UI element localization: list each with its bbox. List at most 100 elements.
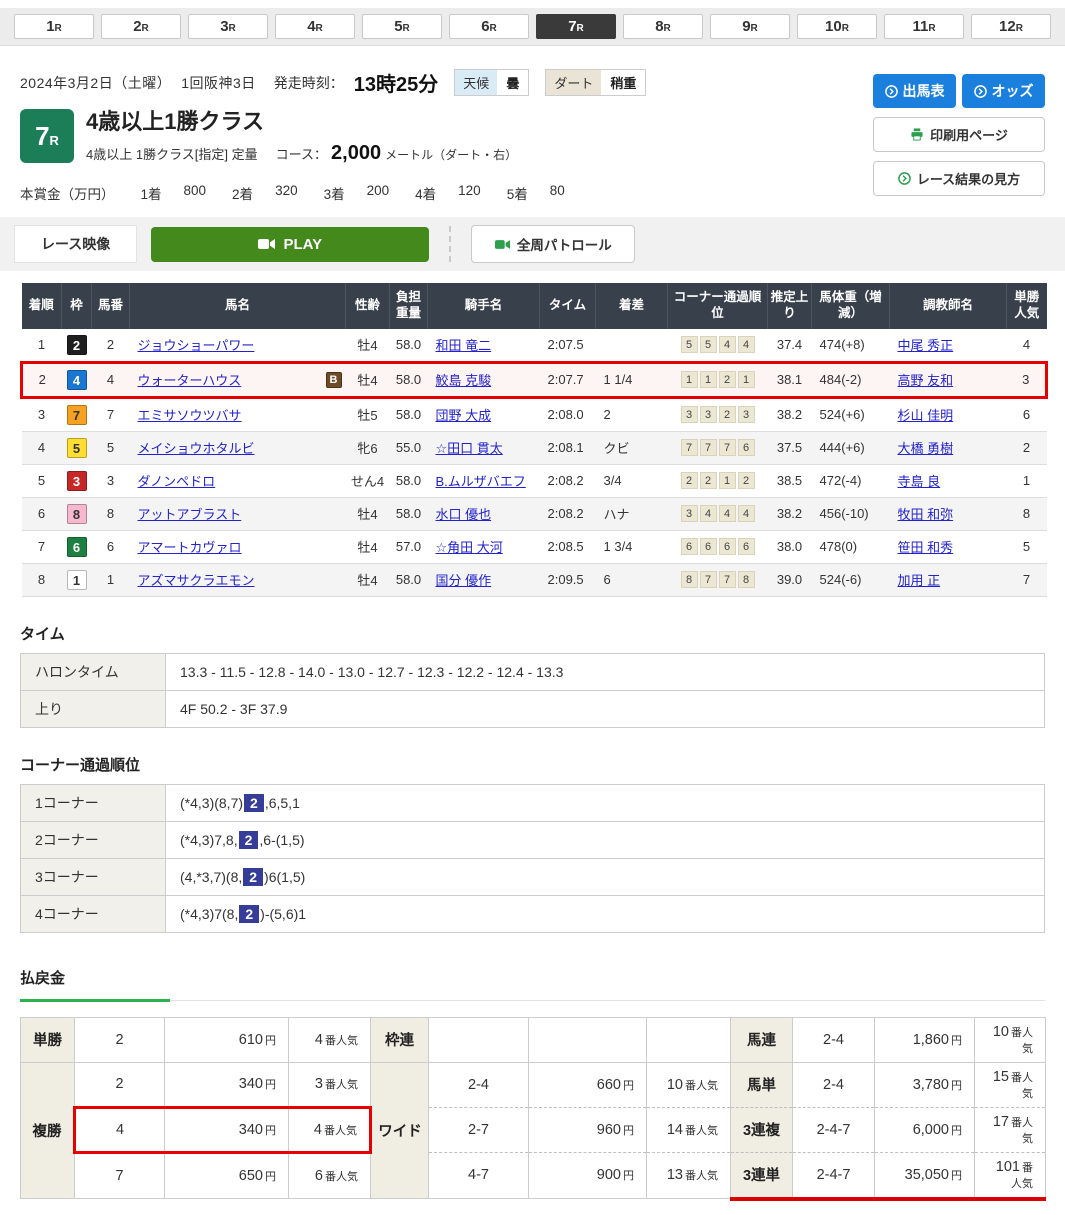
trainer-link[interactable]: 中尾 秀正 — [898, 338, 954, 353]
corner-position-box: 2 — [700, 472, 717, 489]
last-3f: 38.5 — [768, 464, 812, 497]
jockey-link[interactable]: 団野 大成 — [436, 408, 492, 423]
body-weight: 444(+6) — [812, 431, 890, 464]
horse-name-cell: メイショウホタルビ — [130, 431, 346, 464]
payout-popularity: 4番人気 — [289, 1017, 371, 1062]
payout-amount-value: 1,860 — [913, 1032, 949, 1048]
tab-1r[interactable]: 1R — [14, 14, 94, 39]
trainer-link[interactable]: 杉山 佳明 — [898, 408, 954, 423]
play-button[interactable]: PLAY — [151, 227, 429, 262]
tab-3r[interactable]: 3R — [188, 14, 268, 39]
finish-time: 2:08.1 — [540, 431, 596, 464]
row-label: 上り — [21, 690, 166, 727]
payout-amount: 660円 — [529, 1062, 647, 1107]
trainer-link[interactable]: 笹田 和秀 — [898, 540, 954, 555]
trainer-link[interactable]: 大橋 勇樹 — [898, 441, 954, 456]
last-3f: 38.2 — [768, 397, 812, 431]
tab-12r[interactable]: 12R — [971, 14, 1051, 39]
table-row: 244ウォーターハウスB牡458.0鮫島 克駿2:07.71 1/4112138… — [22, 362, 1047, 397]
waku-number: 5 — [67, 438, 87, 458]
tab-7r[interactable]: 7R — [536, 14, 616, 39]
horse-name-link[interactable]: メイショウホタルビ — [138, 438, 255, 457]
jockey-link[interactable]: B.ムルザバエフ — [436, 474, 526, 489]
waku-number: 4 — [67, 370, 87, 390]
horse-name-link[interactable]: エミサソウツバサ — [138, 405, 242, 424]
payout-amount: 35,050円 — [875, 1152, 975, 1199]
tab-9r[interactable]: 9R — [710, 14, 790, 39]
horse-name-link[interactable]: ウォーターハウス — [138, 370, 242, 389]
win-favorite-rank: 2 — [1007, 431, 1047, 464]
payout-body: 単勝2610円4番人気枠連馬連2-41,860円10番人気複勝2340円3番人気… — [21, 1017, 1046, 1199]
payout-row: 7650円6番人気4-7900円13番人気3連単2-4-735,050円101番… — [21, 1152, 1046, 1199]
trainer-link[interactable]: 高野 友和 — [898, 373, 954, 388]
jockey-link[interactable]: 国分 優作 — [436, 573, 492, 588]
trainer-cell: 笹田 和秀 — [890, 530, 1007, 563]
corner-position-box: 5 — [681, 336, 698, 353]
jockey-link[interactable]: 鮫島 克駿 — [436, 373, 492, 388]
odds-button[interactable]: オッズ — [962, 74, 1045, 108]
horse-name-link[interactable]: アットアブラスト — [138, 504, 242, 523]
tab-10r[interactable]: 10R — [797, 14, 877, 39]
tab-5r[interactable]: 5R — [362, 14, 442, 39]
results-table-wrap: 着順枠馬番馬名性齢負担重量騎手名タイム着差コーナー通過順位推定上り馬体重（増減）… — [20, 283, 1045, 596]
trainer-link[interactable]: 寺島 良 — [898, 474, 941, 489]
table-row: 1コーナー(*4,3)(8,7)2,6,5,1 — [21, 784, 1045, 821]
popularity-value: 10 — [667, 1077, 683, 1093]
popularity-suffix: 番人気 — [325, 1035, 358, 1047]
column-header: 推定上り — [768, 283, 812, 328]
jockey-link[interactable]: 水口 優也 — [436, 507, 492, 522]
trainer-link[interactable]: 牧田 和弥 — [898, 507, 954, 522]
popularity-value: 14 — [667, 1122, 683, 1138]
sex-age: 牡5 — [346, 397, 390, 431]
sex-age: 牡4 — [346, 362, 390, 397]
tab-8r[interactable]: 8R — [623, 14, 703, 39]
prize-place: 1着 — [141, 183, 162, 203]
trainer-link[interactable]: 加用 正 — [898, 573, 941, 588]
highlighted-horse-number: 2 — [244, 794, 264, 812]
column-header: コーナー通過順位 — [668, 283, 768, 328]
table-row: 533ダノンペドロせん458.0B.ムルザバエフ2:08.23/4221238.… — [22, 464, 1047, 497]
patrol-video-button[interactable]: 全周パトロール — [471, 225, 635, 263]
carried-weight: 58.0 — [390, 497, 428, 530]
tab-11r[interactable]: 11R — [884, 14, 964, 39]
race-number: 7 — [35, 121, 49, 152]
body-weight: 474(+8) — [812, 329, 890, 363]
tab-number: 2 — [133, 18, 141, 35]
race-tabs: 1R2R3R4R5R6R7R8R9R10R11R12R — [0, 8, 1065, 46]
result-guide-button[interactable]: レース結果の見方 — [873, 161, 1045, 196]
corner-position-box: 3 — [700, 406, 717, 423]
horse-name-link[interactable]: アマートカヴァロ — [138, 537, 242, 556]
print-page-button[interactable]: 印刷用ページ — [873, 117, 1045, 152]
win-favorite-rank: 6 — [1007, 397, 1047, 431]
prize-amount: 320 — [275, 183, 298, 203]
weather-value: 曇 — [497, 70, 528, 95]
prize-item: 4着120 — [415, 183, 481, 203]
jockey-link[interactable]: ☆角田 大河 — [436, 540, 503, 555]
tab-suffix: R — [1016, 23, 1023, 34]
tab-6r[interactable]: 6R — [449, 14, 529, 39]
prize-item: 2着320 — [232, 183, 298, 203]
horse-name-link[interactable]: アズマサクラエモン — [138, 570, 255, 589]
margin: ハナ — [596, 497, 668, 530]
column-header: 騎手名 — [428, 283, 540, 328]
payout-amount-unit: 円 — [623, 1170, 634, 1182]
race-video-button[interactable]: レース映像 — [14, 225, 137, 263]
tab-4r[interactable]: 4R — [275, 14, 355, 39]
corner-position-box: 4 — [738, 336, 755, 353]
finish-position: 1 — [22, 329, 62, 363]
corner-position-box: 3 — [681, 406, 698, 423]
tab-2r[interactable]: 2R — [101, 14, 181, 39]
shutsuba-button[interactable]: 出馬表 — [873, 74, 956, 108]
horse-name-link[interactable]: ダノンペドロ — [138, 471, 216, 490]
waku-number: 3 — [67, 471, 87, 491]
corner-position-box: 7 — [700, 571, 717, 588]
finish-position: 4 — [22, 431, 62, 464]
column-header: 調教師名 — [890, 283, 1007, 328]
jockey-link[interactable]: 和田 竜二 — [436, 338, 492, 353]
horse-name-link[interactable]: ジョウショーパワー — [138, 335, 255, 354]
jockey-link[interactable]: ☆田口 貫太 — [436, 441, 503, 456]
horse-number: 5 — [92, 431, 130, 464]
video-camera-icon — [258, 238, 275, 250]
waku-cell: 5 — [62, 431, 92, 464]
bet-type-label: 単勝 — [21, 1017, 75, 1062]
